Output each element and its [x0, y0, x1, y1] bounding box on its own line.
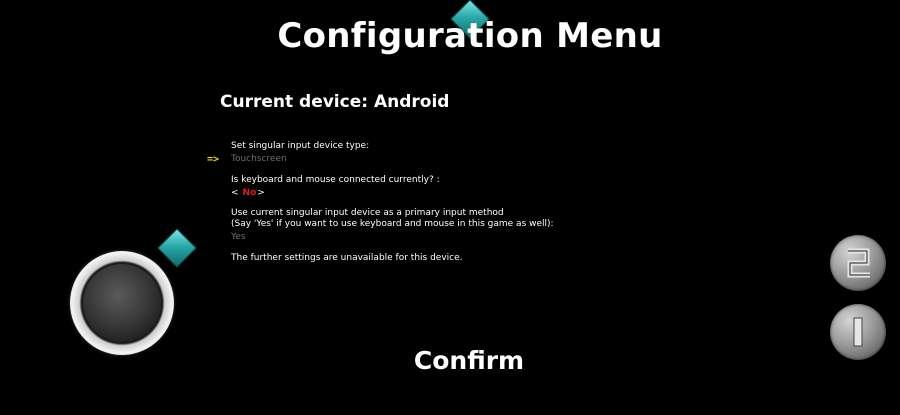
primary-input-label: Use current singular input device as a p…	[231, 208, 504, 218]
button-1[interactable]	[830, 304, 886, 360]
virtual-joystick-icon[interactable]	[70, 251, 174, 355]
choice-right-arrow[interactable]: >	[257, 188, 265, 198]
primary-input-option[interactable]: Yes	[231, 232, 246, 243]
keyboard-connected-selector[interactable]: < No>	[231, 188, 265, 198]
page-title: Configuration Menu	[277, 16, 663, 56]
button-2[interactable]	[830, 235, 886, 291]
choice-left-arrow[interactable]: <	[231, 188, 239, 198]
numeral-2-icon	[847, 248, 870, 278]
input-type-label: Set singular input device type:	[231, 141, 370, 151]
keyboard-question-label: Is keyboard and mouse connected currentl…	[231, 175, 440, 185]
keyboard-connected-value[interactable]: No	[243, 188, 257, 198]
joystick-knob[interactable]	[83, 264, 161, 342]
input-type-option[interactable]: Touchscreen	[231, 154, 287, 165]
confirm-button[interactable]: Confirm	[0, 346, 900, 375]
selection-arrow-icon: =>	[207, 154, 220, 165]
primary-input-hint: (Say 'Yes' if you want to use keyboard a…	[231, 219, 554, 229]
numeral-1-icon	[853, 317, 863, 347]
current-device-label: Current device: Android	[220, 92, 450, 112]
unavailable-note: The further settings are unavailable for…	[231, 253, 463, 263]
teal-diamond-icon	[157, 228, 197, 268]
